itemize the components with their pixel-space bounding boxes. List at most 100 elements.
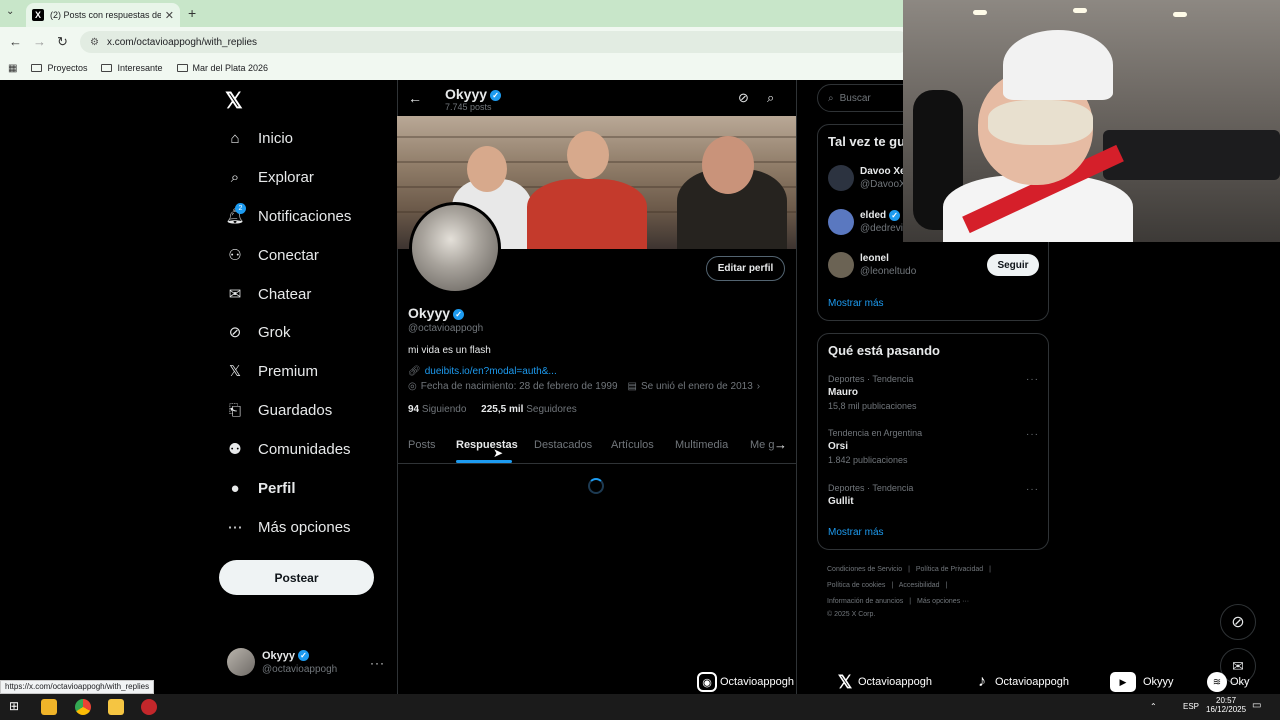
- nav-label: Explorar: [258, 168, 314, 186]
- tab-posts[interactable]: Posts: [408, 439, 436, 451]
- profile-link[interactable]: 🔗︎ dueibits.io/en?modal=auth&...: [408, 366, 557, 377]
- tray-chevron-icon[interactable]: ⌃: [1150, 702, 1157, 711]
- profile-avatar[interactable]: [409, 202, 501, 294]
- footer-sep: |: [945, 582, 948, 589]
- following-link[interactable]: 94 Siguiendo: [408, 404, 466, 415]
- card-title: Qué está pasando: [828, 343, 940, 358]
- grok-fab-icon[interactable]: ⊘: [1220, 604, 1256, 640]
- search-icon[interactable]: ⌕: [767, 90, 774, 106]
- file-explorer-icon[interactable]: [108, 699, 124, 715]
- suggested-user[interactable]: leonel @leoneltudo: [828, 252, 916, 278]
- footer-link[interactable]: Condiciones de Servicio: [827, 566, 902, 573]
- more-dots-icon[interactable]: ···: [1026, 484, 1039, 495]
- footer-links: Información de anuncios | Más opciones ·…: [827, 598, 969, 605]
- footer-links: Condiciones de Servicio | Política de Pr…: [827, 566, 995, 573]
- folder-icon: [31, 64, 43, 72]
- account-switcher[interactable]: Okyyy ✓ @octavioappogh: [227, 648, 337, 676]
- show-more-link[interactable]: Mostrar más: [828, 298, 884, 309]
- suggested-user[interactable]: Davoo Xe @DavooX: [828, 165, 906, 191]
- grok-icon[interactable]: ⊘: [738, 90, 749, 106]
- footer-link[interactable]: Política de Privacidad: [916, 566, 983, 573]
- profile-meta: ◎ Fecha de nacimiento: 28 de febrero de 1…: [408, 381, 760, 392]
- nav-item-inicio[interactable]: ⌂ Inicio: [225, 123, 293, 153]
- tab-list-chevron-icon[interactable]: ⌄: [6, 6, 14, 17]
- close-tab-icon[interactable]: ✕: [165, 9, 174, 22]
- footer-link[interactable]: Accesibilidad: [899, 582, 940, 589]
- followers-link[interactable]: 225,5 mil Seguidores: [481, 404, 577, 415]
- scroll-tabs-right-icon[interactable]: →: [774, 437, 787, 452]
- nav-item-premium[interactable]: 𝕏 Premium: [225, 356, 318, 386]
- chrome-icon[interactable]: [75, 699, 91, 715]
- x-logo-icon: 𝕏: [837, 671, 853, 692]
- bookmark-folder[interactable]: Interesante: [101, 63, 163, 73]
- nav-item-perfil[interactable]: ● Perfil: [225, 473, 295, 503]
- back-arrow-icon[interactable]: ←: [408, 90, 422, 106]
- bookmark-folder[interactable]: Proyectos: [31, 63, 87, 73]
- tab-me-gusta[interactable]: Me g: [750, 439, 774, 451]
- nav-item-comunidades[interactable]: ⚉ Comunidades: [225, 434, 350, 464]
- nav-item-grok[interactable]: ⊘ Grok: [225, 317, 291, 347]
- more-dots-icon[interactable]: ···: [1026, 429, 1039, 440]
- footer-sep: |: [909, 598, 912, 605]
- tiktok-icon: ♪: [978, 673, 986, 690]
- nav-item-conectar[interactable]: ⚇ Conectar: [225, 240, 319, 270]
- nav-item-explorar[interactable]: ⌕ Explorar: [225, 162, 314, 192]
- edit-profile-button[interactable]: Editar perfil: [706, 256, 785, 281]
- nav-item-chatear[interactable]: ✉ Chatear: [225, 279, 312, 309]
- bell-icon: 🔔︎ 2: [225, 203, 246, 225]
- status-url-tooltip: https://x.com/octavioappogh/with_replies: [0, 680, 155, 694]
- tab-respuestas[interactable]: Respuestas: [456, 439, 518, 451]
- trend-item[interactable]: Tendencia en Argentina Orsi 1.842 public…: [828, 428, 922, 465]
- browser-tab[interactable]: X (2) Posts con respuestas de Okyyy ✕: [26, 3, 180, 27]
- social-instagram: ◉ Octavioappogh: [697, 672, 794, 692]
- post-button[interactable]: Postear: [219, 560, 374, 595]
- account-handle: @octavioappogh: [262, 663, 338, 675]
- social-handle: Octavioappogh: [858, 676, 932, 688]
- recorder-app-icon[interactable]: [141, 699, 157, 715]
- back-icon[interactable]: ←: [9, 34, 22, 49]
- notifications-icon[interactable]: ▭: [1252, 700, 1261, 711]
- user-name: elded ✓: [860, 209, 903, 221]
- media-app-icon[interactable]: [41, 699, 57, 715]
- tab-articulos[interactable]: Artículos: [611, 439, 654, 451]
- tray-clock[interactable]: 20:57 16/12/2025: [1206, 696, 1246, 714]
- x-logo-icon[interactable]: 𝕏: [225, 88, 243, 114]
- windows-start-icon[interactable]: ⊞: [9, 699, 25, 715]
- apps-icon[interactable]: ▦: [8, 63, 17, 74]
- user-handle: @DavooX: [860, 179, 906, 190]
- trend-category: Deportes · Tendencia: [828, 374, 914, 384]
- header-name: Okyyy ✓: [445, 86, 502, 102]
- footer-link[interactable]: Información de anuncios: [827, 598, 903, 605]
- communities-icon: ⚉: [228, 441, 242, 458]
- reload-icon[interactable]: ↻: [57, 34, 68, 50]
- more-circle-icon: ⋯: [227, 519, 243, 536]
- birthday-text: Fecha de nacimiento: 28 de febrero de 19…: [420, 381, 618, 392]
- more-dots-icon[interactable]: ···: [370, 656, 385, 670]
- show-more-link[interactable]: Mostrar más: [828, 527, 884, 538]
- notification-badge: 2: [235, 203, 246, 214]
- tab-destacados[interactable]: Destacados: [534, 439, 592, 451]
- social-handle: Oky: [1230, 676, 1250, 688]
- profile-handle: @octavioappogh: [408, 323, 484, 334]
- nav-item-guardados[interactable]: ⎗ Guardados: [225, 395, 332, 425]
- nav-item-más-opciones[interactable]: ⋯ Más opciones: [225, 512, 351, 542]
- more-dots-icon[interactable]: ···: [1026, 374, 1039, 385]
- follow-button[interactable]: Seguir: [987, 254, 1039, 276]
- url-input[interactable]: ⚙ x.com/octavioappogh/with_replies: [80, 31, 910, 53]
- tab-multimedia[interactable]: Multimedia: [675, 439, 728, 451]
- nav-item-notificaciones[interactable]: 🔔︎ 2 Notificaciones: [225, 201, 351, 231]
- new-tab-icon[interactable]: +: [188, 5, 196, 21]
- site-info-icon[interactable]: ⚙: [90, 37, 99, 48]
- forward-icon[interactable]: →: [33, 34, 46, 49]
- chevron-right-icon[interactable]: ›: [757, 381, 760, 392]
- bookmark-label: Interesante: [117, 63, 163, 73]
- trend-item[interactable]: Deportes · Tendencia Mauro 15,8 mil publ…: [828, 374, 917, 411]
- suggested-user[interactable]: elded ✓ @dedrevi: [828, 209, 903, 235]
- bookmark-folder[interactable]: Mar del Plata 2026: [176, 63, 268, 73]
- trend-item[interactable]: Deportes · Tendencia Gullit: [828, 483, 913, 507]
- nav-label: Más opciones: [258, 518, 351, 536]
- footer-link[interactable]: Política de cookies: [827, 582, 885, 589]
- user-name: leonel: [860, 253, 889, 264]
- tray-lang[interactable]: ESP: [1183, 702, 1199, 711]
- footer-link[interactable]: Más opciones ···: [917, 598, 969, 605]
